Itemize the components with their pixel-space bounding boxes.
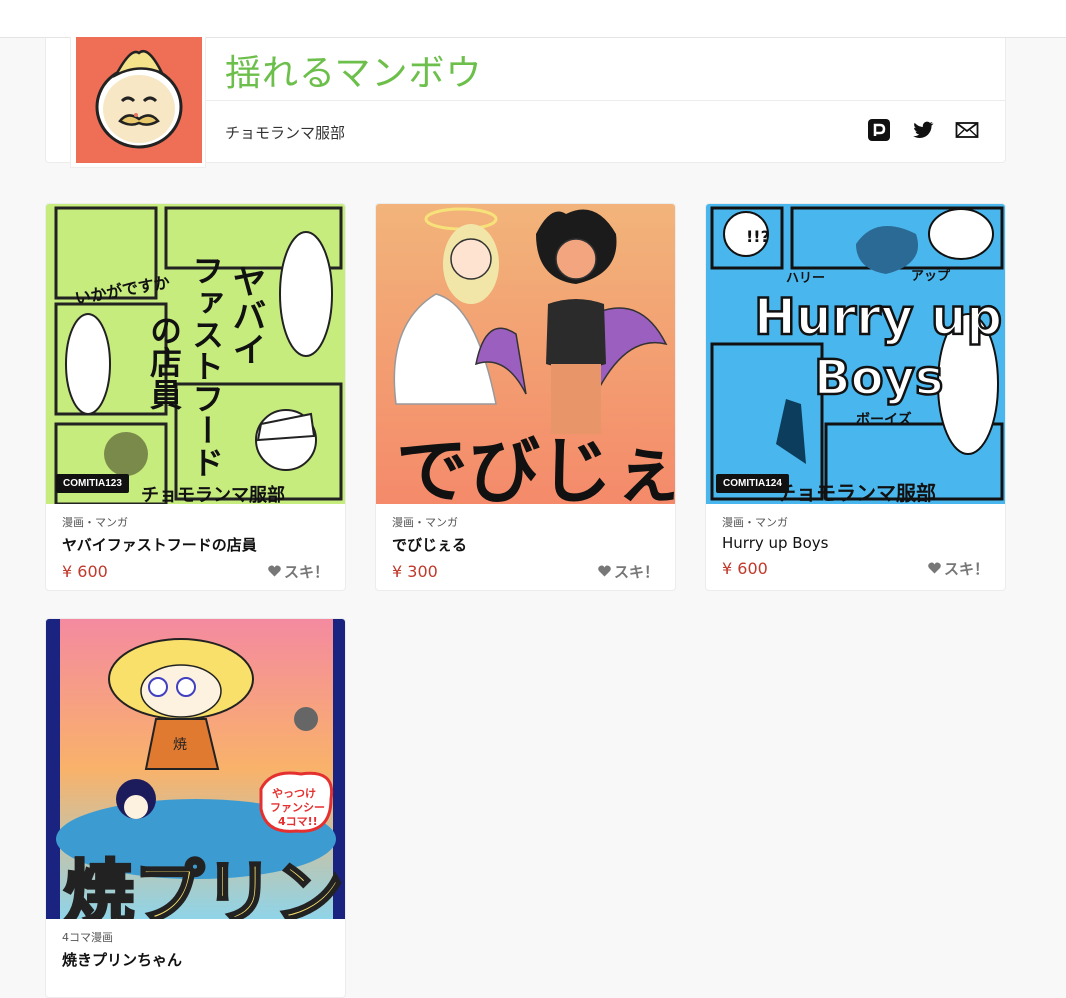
product-title[interactable]: Hurry up Boys [722,534,989,552]
product-thumbnail[interactable]: でびじぇる [376,204,676,504]
owner-name[interactable]: チョモランマ服部 [225,122,345,143]
product-thumbnail[interactable]: ヤバイ ファストフード の店員 いかがですか チョモランマ服部 COMITIA1… [46,204,345,504]
shop-header: 揺れるマンボウ チョモランマ服部 [45,37,1006,168]
product-category: 4コマ漫画 [62,931,113,944]
heart-icon [268,565,281,577]
product-title[interactable]: でびじぇる [392,534,659,555]
like-label: スキ！ [283,562,329,581]
product-card[interactable]: 焼 やっつけ ファンシー 4コマ!! 焼プリン 4コマ漫画 焼きプリンちゃん [45,618,346,998]
event-badge: COMITIA124 [716,474,789,493]
cover-title-line2: ファストフード [187,254,225,478]
event-badge: COMITIA123 [56,474,129,493]
product-thumbnail[interactable]: 焼 やっつけ ファンシー 4コマ!! 焼プリン [46,619,345,919]
cover-title-line2: Boys [814,350,943,406]
product-price: ¥ 600 [722,558,768,578]
heart-icon [928,562,941,574]
product-card[interactable]: ヤバイ ファストフード の店員 いかがですか チョモランマ服部 COMITIA1… [45,203,346,591]
header-divider [206,100,1005,101]
like-button[interactable]: スキ！ [928,558,989,579]
shop-avatar[interactable] [70,37,206,168]
product-category: 漫画・マンガ [62,516,128,529]
cover-title: 焼プリン [64,852,344,919]
like-button[interactable]: スキ！ [598,561,659,582]
cover-author: チョモランマ服部 [776,481,936,504]
cover-shirt-text: 焼 [173,737,187,753]
shop-name[interactable]: 揺れるマンボウ [225,44,483,96]
product-price: ¥ 300 [392,561,438,581]
cover-bubble-line2: ファンシー [270,801,325,814]
product-title[interactable]: 焼きプリンちゃん [62,949,329,970]
cover-bubble-line3: 4コマ!! [278,815,318,828]
mail-icon[interactable] [955,118,979,142]
product-category: 漫画・マンガ [392,516,458,529]
cover-ruby-boys: ボーイズ [856,411,912,428]
twitter-icon[interactable] [911,118,935,142]
top-bar [0,0,1066,38]
cover-title-line3: の店員 [145,314,183,410]
product-price: ¥ 600 [62,561,108,581]
cover-ruby-hurry: ハリー [786,271,825,286]
product-card[interactable]: !!? ハリー アップ Hurry up Boys ボーイズ チョモランマ服部 … [705,203,1006,591]
pixiv-icon[interactable] [867,118,891,142]
social-links [867,118,979,142]
cover-bubble-line1: やっつけ [272,787,316,800]
product-title[interactable]: ヤバイファストフードの店員 [62,534,329,555]
like-label: スキ！ [613,562,659,581]
product-thumbnail[interactable]: !!? ハリー アップ Hurry up Boys ボーイズ チョモランマ服部 … [706,204,1005,504]
product-card[interactable]: でびじぇる 漫画・マンガ でびじぇる ¥ 300 スキ！ [375,203,676,591]
product-category: 漫画・マンガ [722,516,788,529]
cover-title-line1: Hurry up [754,288,1002,346]
heart-icon [598,565,611,577]
cover-title-line1: ヤバイ [226,264,266,366]
like-button[interactable]: スキ！ [268,561,329,582]
like-label: スキ！ [943,559,989,578]
cover-ruby-up: アップ [911,269,951,284]
cover-author: チョモランマ服部 [141,484,285,504]
cover-title: でびじぇる [396,429,676,504]
cover-exclaim: !!? [746,227,770,246]
